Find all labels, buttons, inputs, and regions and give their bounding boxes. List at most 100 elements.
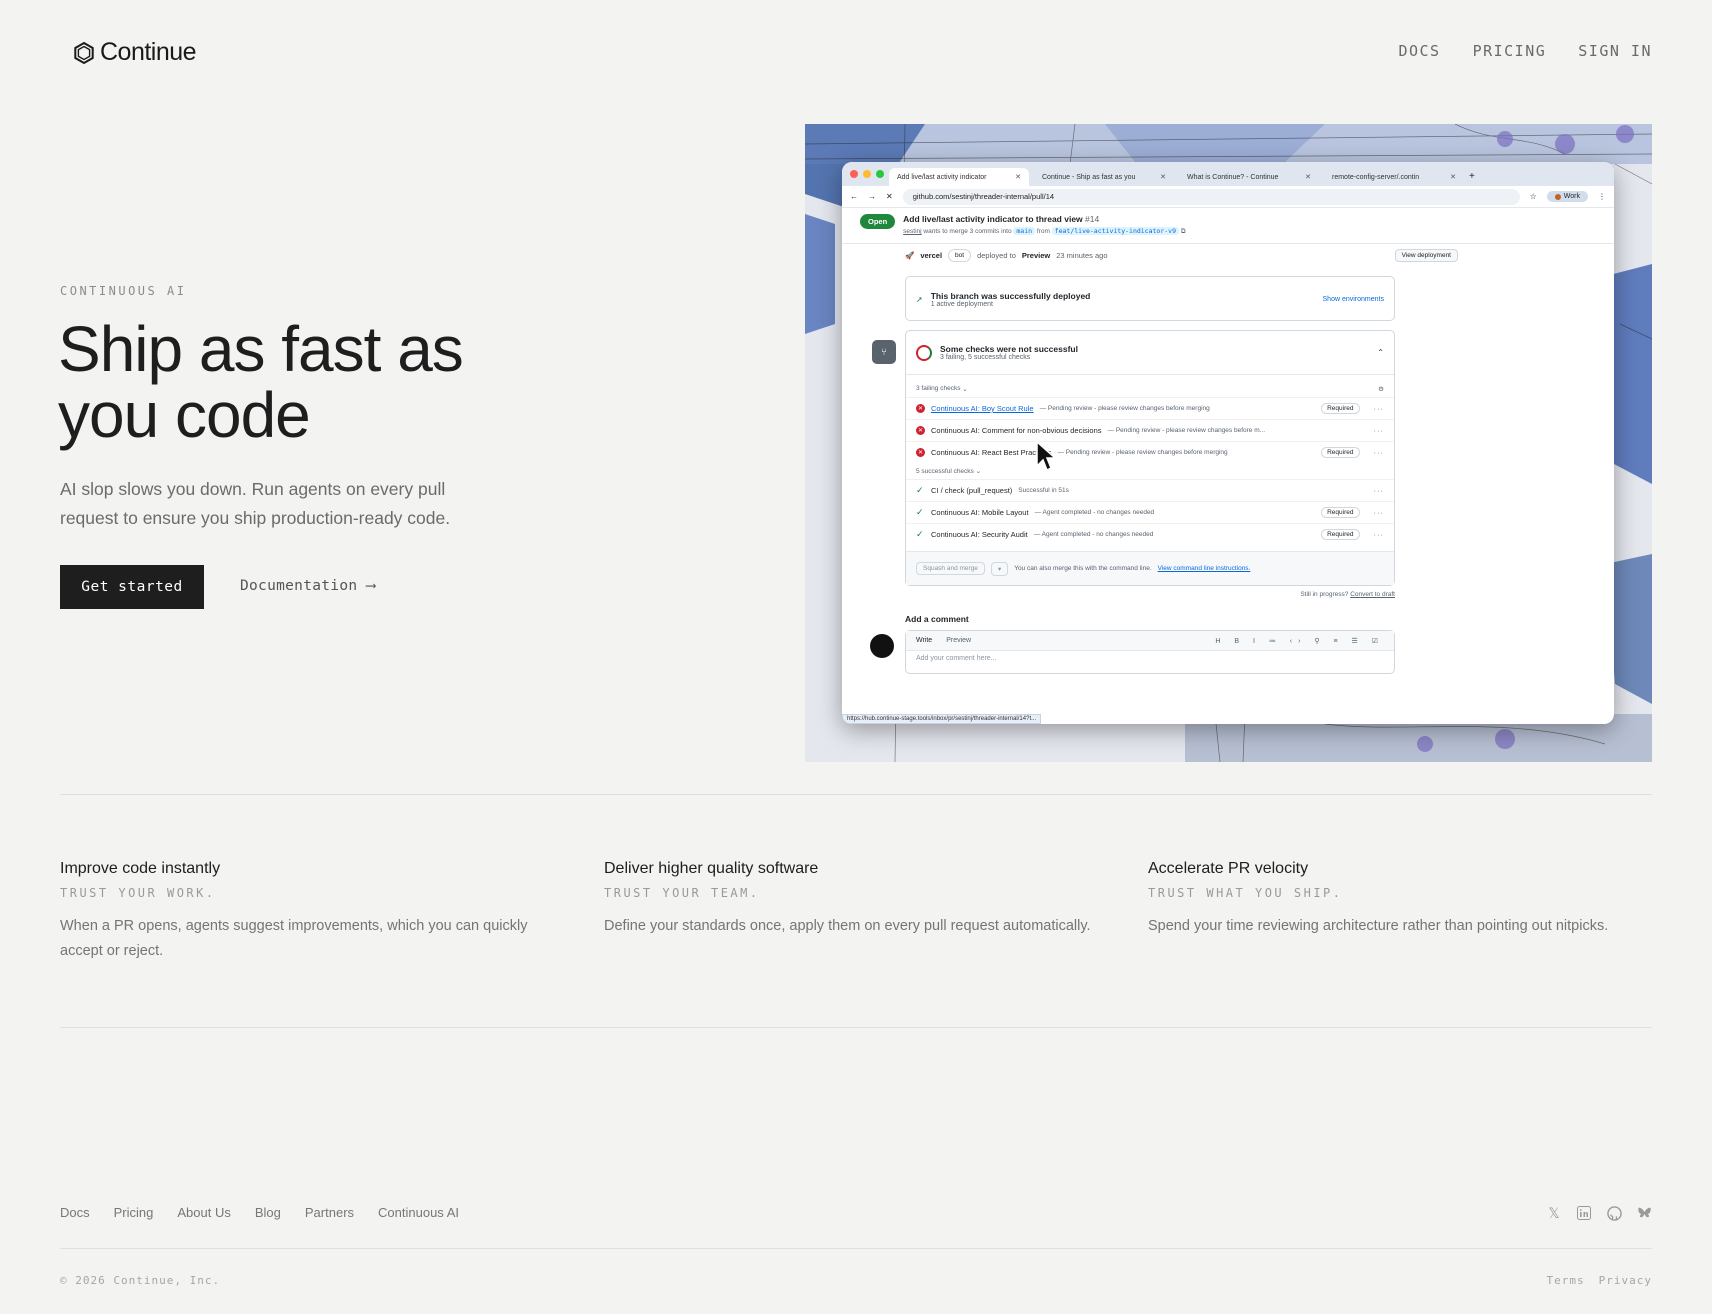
forward-icon[interactable]: → [868,192,876,201]
failing-checks-label[interactable]: 3 failing checks ⌄ ⚙ [906,375,1394,397]
pr-meta-text: wants to merge 3 commits into [923,228,1012,235]
checks-title: Some checks were not successful [940,344,1078,354]
successful-checks-label[interactable]: 5 successful checks ⌄ [906,463,1394,479]
collapse-icon[interactable]: ⌃ [1377,348,1384,357]
check-name[interactable]: Continuous AI: Mobile Layout [931,508,1029,517]
new-tab-icon[interactable]: + [1469,171,1475,182]
more-icon[interactable]: ··· [1374,530,1385,539]
check-icon: ✓ [916,507,924,517]
browser-tab[interactable]: Add live/last activity indicator ✕ [889,168,1029,186]
pr-header: Open Add live/last activity indicator to… [842,208,1614,244]
deploy-text: deployed to [977,250,1016,260]
preview-tab[interactable]: Preview [946,637,971,644]
close-window-dot[interactable] [850,170,858,178]
footer-link-about[interactable]: About Us [177,1205,230,1220]
menu-icon[interactable]: ⋮ [1598,192,1606,201]
profile-pill[interactable]: Work [1546,191,1588,202]
nav-pricing[interactable]: PRICING [1473,42,1547,60]
nav-docs[interactable]: DOCS [1398,42,1440,60]
check-status: — Agent completed - no changes needed [1034,509,1155,516]
merge-bar: Squash and merge ▾ You can also merge th… [906,551,1394,585]
check-status: — Agent completed - no changes needed [1033,531,1154,538]
convert-to-draft-link[interactable]: Convert to draft [1350,591,1395,598]
pr-author-link[interactable]: sestinj [903,228,921,235]
comment-editor: Write Preview H B I ≔ ‹› ⚲ ≡ ☰ ☑ Add you… [905,630,1395,674]
check-status: — Pending review - please review changes… [1039,405,1210,412]
check-row[interactable]: ✓ CI / check (pull_request) Successful in … [906,479,1394,501]
deploy-event: 🚀 vercel bot deployed to Preview 23 minu… [905,244,1458,266]
fail-icon: ✕ [916,404,925,413]
footer-link-continuous-ai[interactable]: Continuous AI [378,1205,459,1220]
mouse-cursor-icon [1036,440,1057,472]
deploy-actor[interactable]: vercel [920,251,942,260]
draft-hint: Still in progress? [1300,591,1349,598]
more-icon[interactable]: ··· [1374,448,1385,457]
feature-card: Improve code instantly TRUST YOUR WORK. … [60,860,550,964]
linkedin-icon[interactable] [1576,1205,1592,1221]
close-icon[interactable]: ✕ [1160,173,1166,181]
more-icon[interactable]: ··· [1374,426,1385,435]
feature-body: Spend your time reviewing architecture r… [1148,918,1609,934]
maximize-window-dot[interactable] [876,170,884,178]
check-row[interactable]: ✓ Continuous AI: Security Audit — Agent co… [906,523,1394,545]
footer-link-pricing[interactable]: Pricing [114,1205,154,1220]
stop-icon[interactable]: ✕ [886,192,893,201]
get-started-button[interactable]: Get started [60,565,204,609]
head-branch[interactable]: feat/live-activity-indicator-v9 [1051,227,1179,235]
close-icon[interactable]: ✕ [1305,173,1311,181]
show-environments-link[interactable]: Show environments [1323,296,1384,303]
footer-link-partners[interactable]: Partners [305,1205,354,1220]
url-field[interactable]: github.com/sestinj/threader-internal/pul… [902,188,1520,205]
documentation-link[interactable]: Documentation ⟶ [240,578,375,594]
feature-tag: TRUST YOUR WORK. [60,886,216,900]
view-deployment-button[interactable]: View deployment [1394,248,1458,262]
browser-tab[interactable]: What is Continue? - Continue ✕ [1179,168,1319,186]
check-name[interactable]: Continuous AI: Comment for non-obvious d… [931,426,1102,435]
merge-dropdown-icon[interactable]: ▾ [990,561,1009,576]
checks-box: Some checks were not successful 3 failin… [905,330,1395,586]
check-name[interactable]: Continuous AI: Boy Scout Rule [931,404,1034,413]
check-row[interactable]: ✕ Continuous AI: React Best Practices — Pe… [906,441,1394,463]
more-icon[interactable]: ··· [1374,404,1385,413]
check-row[interactable]: ✕ Continuous AI: Comment for non-obvious … [906,419,1394,441]
footer-link-blog[interactable]: Blog [255,1205,281,1220]
browser-tab[interactable]: remote-config-server/.contin ✕ [1324,168,1464,186]
browser-tab-bar: Add live/last activity indicator ✕ Contin… [842,162,1614,186]
failing-label-text: 3 failing checks [916,385,961,392]
section-divider [60,1027,1652,1028]
x-icon[interactable]: 𝕏 [1546,1205,1562,1221]
copy-icon[interactable]: ⧉ [1181,228,1186,235]
merge-icon: ⑂ [872,340,896,364]
merge-hint: You can also merge this with the command… [1014,565,1152,572]
terms-link[interactable]: Terms [1547,1274,1585,1287]
write-tab[interactable]: Write [916,637,932,644]
footer-links: Docs Pricing About Us Blog Partners Cont… [60,1205,459,1220]
logo[interactable]: Continue [72,38,197,67]
check-name[interactable]: Continuous AI: React Best Practices [931,448,1051,457]
footer-link-docs[interactable]: Docs [60,1205,90,1220]
squash-merge-button[interactable]: Squash and merge [916,562,985,575]
close-icon[interactable]: ✕ [1450,173,1456,181]
more-icon[interactable]: ··· [1374,508,1385,517]
minimize-window-dot[interactable] [863,170,871,178]
cli-instructions-link[interactable]: View command line instructions. [1158,565,1251,572]
comment-input[interactable]: Add your comment here... [906,651,1394,666]
bluesky-icon[interactable] [1636,1205,1652,1221]
check-name[interactable]: Continuous AI: Security Audit [931,530,1028,539]
more-icon[interactable]: ··· [1374,486,1385,495]
check-name[interactable]: CI / check (pull_request) [931,486,1012,495]
github-icon[interactable] [1606,1205,1622,1221]
privacy-link[interactable]: Privacy [1599,1274,1652,1287]
check-row[interactable]: ✓ Continuous AI: Mobile Layout — Agent com… [906,501,1394,523]
close-icon[interactable]: ✕ [1015,173,1021,181]
formatting-toolbar[interactable]: H B I ≔ ‹› ⚲ ≡ ☰ ☑ [1215,637,1384,645]
base-branch[interactable]: main [1013,227,1036,235]
pr-from-text: from [1036,228,1050,235]
browser-tab[interactable]: Continue - Ship as fast as you ✕ [1034,168,1174,186]
nav-sign-in[interactable]: SIGN IN [1578,42,1652,60]
gear-icon[interactable]: ⚙ [1378,385,1384,393]
check-row[interactable]: ✕ Continuous AI: Boy Scout Rule — Pending … [906,397,1394,419]
star-icon[interactable]: ☆ [1530,192,1537,201]
feature-card: Accelerate PR velocity TRUST WHAT YOU SH… [1148,860,1658,939]
back-icon[interactable]: ← [850,192,858,201]
